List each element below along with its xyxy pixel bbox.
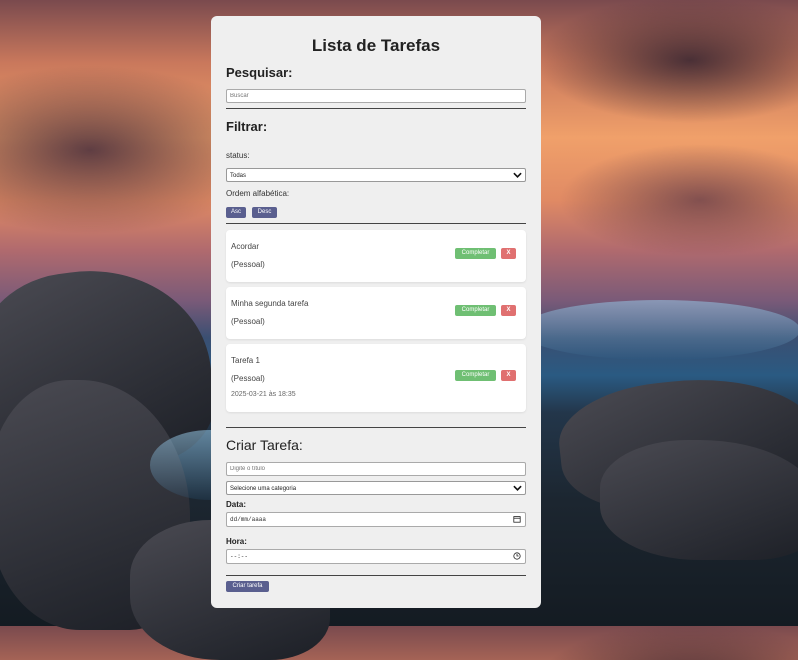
task-card: Acordar (Pessoal) Completar X [226,230,526,282]
chevron-down-icon [513,172,522,178]
divider [226,575,526,576]
search-input[interactable] [226,89,526,103]
clock-icon[interactable] [513,552,521,560]
divider [226,427,526,428]
search-heading: Pesquisar: [226,65,293,80]
divider [226,223,526,224]
date-input[interactable]: dd/mm/aaaa [226,512,526,527]
order-label: Ordem alfabética: [226,189,290,198]
category-select-value: Selecione uma categoria [230,486,297,492]
delete-button[interactable]: X [501,370,516,381]
date-label: Data: [226,500,247,509]
task-category: (Pessoal) [231,317,265,326]
complete-button[interactable]: Completar [455,248,496,259]
time-input[interactable]: --:-- [226,549,526,564]
task-category: (Pessoal) [231,374,265,383]
status-select-value: Todas [230,173,247,179]
rock-right-lower [600,440,798,560]
task-card: Minha segunda tarefa (Pessoal) Completar… [226,287,526,339]
task-category: (Pessoal) [231,260,265,269]
wave-right [520,300,798,360]
task-card: Tarefa 1 (Pessoal) 2025-03-21 às 18:35 C… [226,344,526,412]
delete-button[interactable]: X [501,305,516,316]
create-heading: Criar Tarefa: [226,437,303,453]
create-task-button[interactable]: Criar tarefa [226,581,269,592]
date-input-value: dd/mm/aaaa [230,516,267,523]
complete-button[interactable]: Completar [455,305,496,316]
desc-button[interactable]: Desc [252,207,277,218]
category-select[interactable]: Selecione uma categoria [226,481,526,495]
task-title-input[interactable] [226,462,526,476]
filter-heading: Filtrar: [226,119,268,134]
asc-button[interactable]: Asc [226,207,246,218]
task-date: 2025-03-21 às 18:35 [231,391,296,398]
page-title: Lista de Tarefas [311,36,441,55]
time-input-value: --:-- [230,553,249,560]
task-title: Acordar [231,242,260,251]
task-title: Tarefa 1 [231,356,260,365]
complete-button[interactable]: Completar [455,370,496,381]
task-panel: Lista de Tarefas Pesquisar: Filtrar: sta… [211,16,541,608]
calendar-icon[interactable] [513,515,521,523]
status-label: status: [226,151,250,160]
divider [226,108,526,109]
time-label: Hora: [226,537,247,546]
task-title: Minha segunda tarefa [231,299,309,308]
delete-button[interactable]: X [501,248,516,259]
status-select[interactable]: Todas [226,168,526,182]
chevron-down-icon [513,485,522,491]
